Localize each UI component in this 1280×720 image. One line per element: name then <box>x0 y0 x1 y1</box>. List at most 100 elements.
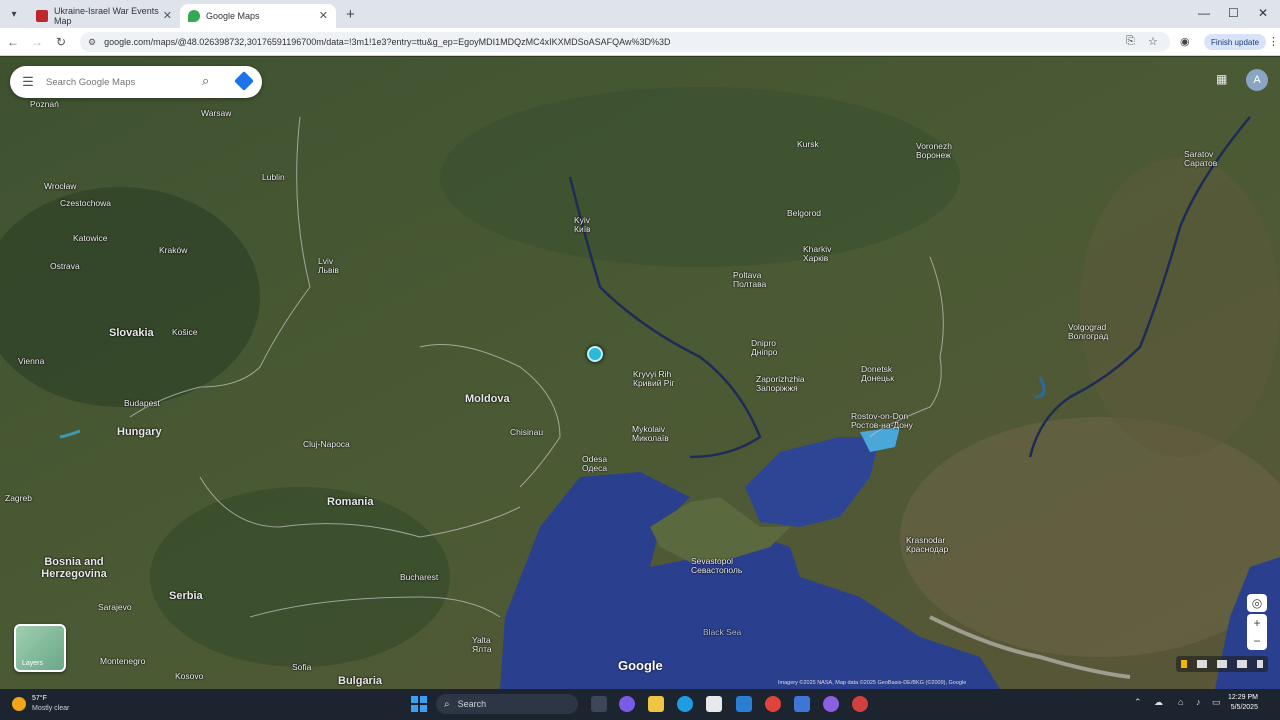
label-krakow: Kraków <box>159 245 188 255</box>
messenger-icon[interactable] <box>823 696 839 712</box>
label-katowice: Katowice <box>73 233 108 243</box>
label-krasnodar: Krasnodar Краснодар <box>906 535 949 554</box>
clock-date: 5/5/2025 <box>1230 704 1258 711</box>
volume-icon[interactable]: ♪ <box>1196 697 1201 707</box>
label-vienna: Vienna <box>18 356 45 366</box>
label-kryvyi-rih: Kryvyi Rih Кривий Ріг <box>633 369 675 388</box>
label-romania: Romania <box>327 496 374 508</box>
windows-taskbar <box>0 689 1280 720</box>
google-apps-icon[interactable]: ▦ <box>1216 72 1227 86</box>
recorder-icon[interactable] <box>852 696 868 712</box>
map-location-marker[interactable] <box>587 346 603 362</box>
tab-google-maps[interactable]: Google Maps ✕ <box>180 4 336 28</box>
satellite-map[interactable]: Slovakia Hungary Moldova Romania Bosnia … <box>0 57 1280 689</box>
label-moldova: Moldova <box>465 393 510 405</box>
zoom-out-button[interactable]: − <box>1247 632 1267 650</box>
taskbar-search-label: Search <box>457 699 487 709</box>
map-thumb-icon[interactable] <box>1197 660 1207 668</box>
label-bosnia: Bosnia and Herzegovina <box>41 556 107 580</box>
close-icon[interactable]: ✕ <box>163 9 172 22</box>
copilot-icon[interactable] <box>619 696 635 712</box>
new-tab-button[interactable]: + <box>346 6 355 23</box>
back-arrow-icon[interactable]: ← <box>2 35 24 49</box>
maps-search-box[interactable]: ☰ ⌕ <box>10 66 262 98</box>
layers-button[interactable]: Layers <box>14 624 66 672</box>
reload-icon[interactable]: ↻ <box>50 35 72 49</box>
edge-icon[interactable] <box>677 696 693 712</box>
label-czestochowa: Czestochowa <box>60 198 112 208</box>
search-icon: ⌕ <box>444 698 450 710</box>
traffic-thumb-icon[interactable] <box>1237 660 1247 668</box>
close-window-button[interactable]: ✕ <box>1258 6 1268 20</box>
label-mykolaiv: Mykolaiv Миколаїв <box>632 424 669 443</box>
label-odesa: Odesa Одеса <box>582 454 608 473</box>
google-logo: Google <box>618 658 663 673</box>
label-kursk: Kursk <box>797 139 819 149</box>
label-cluj-napoca: Cluj-Napoca <box>303 439 350 449</box>
label-bulgaria: Bulgaria <box>338 675 383 687</box>
map-pin-icon <box>188 10 200 22</box>
task-view-icon[interactable] <box>591 696 607 712</box>
label-zagreb: Zagreb <box>5 493 32 503</box>
browser-menu-icon[interactable]: ⋮ <box>1268 35 1279 48</box>
taskbar-clock[interactable]: 12:29 PM 5/5/2025 <box>1228 693 1258 713</box>
chrome-icon[interactable] <box>765 696 781 712</box>
label-budapest: Budapest <box>124 398 160 408</box>
label-lublin: Lublin <box>262 172 285 182</box>
start-button[interactable] <box>411 696 427 712</box>
finish-update-button[interactable]: Finish update <box>1204 34 1266 50</box>
directions-icon[interactable] <box>234 71 254 91</box>
label-volgograd: Volgograd Волгоград <box>1068 322 1109 341</box>
label-warsaw: Warsaw <box>201 108 232 118</box>
bookmark-star-icon[interactable]: ☆ <box>1148 35 1158 48</box>
label-sevastopol: Sevastopol Севастополь <box>691 556 743 575</box>
zoom-in-button[interactable]: + <box>1247 614 1267 632</box>
terrain-thumb-icon[interactable] <box>1217 660 1227 668</box>
label-poltava: Poltava Полтава <box>733 270 767 289</box>
tab-bar: ▾ Ukraine-Israel War Events Map ✕ Google… <box>0 0 1280 28</box>
label-sofia: Sofia <box>292 662 312 672</box>
site-info-icon[interactable]: ⚙ <box>88 37 96 48</box>
label-kyiv: Kyiv Київ <box>574 215 591 234</box>
battery-icon[interactable]: ▭ <box>1212 697 1221 708</box>
label-belgorod: Belgorod <box>787 208 822 218</box>
search-input[interactable] <box>46 76 196 88</box>
weather-temp: 57°F <box>32 695 47 702</box>
label-black-sea: Black Sea <box>703 627 742 637</box>
forward-arrow-icon[interactable]: → <box>26 35 48 49</box>
tab-list-button[interactable]: ▾ <box>0 9 28 20</box>
clock-time: 12:29 PM <box>1228 694 1258 701</box>
maximize-button[interactable]: ☐ <box>1228 6 1239 20</box>
weather-widget[interactable]: 57°F Mostly clear <box>10 693 110 717</box>
label-lviv: Lviv Львів <box>318 256 339 275</box>
label-rostov: Rostov-on-Don Ростов-на-Дону <box>851 411 913 430</box>
profile-icon[interactable]: ◉ <box>1180 35 1190 48</box>
tray-cloud-icon[interactable]: ☁ <box>1154 697 1163 708</box>
hamburger-menu-icon[interactable]: ☰ <box>10 74 46 90</box>
map-toolbar <box>1176 656 1268 672</box>
label-poznan: Poznań <box>30 99 59 109</box>
minimize-button[interactable]: — <box>1198 6 1210 20</box>
install-app-icon[interactable]: ⎘ <box>1126 35 1135 48</box>
url-field[interactable]: ⚙ google.com/maps/@48.026398732,30176591… <box>80 32 1170 52</box>
expand-icon[interactable] <box>1257 660 1263 668</box>
close-icon[interactable]: ✕ <box>319 9 328 22</box>
taskbar-search[interactable]: ⌕ Search <box>436 694 578 714</box>
tray-chevron-icon[interactable]: ⌃ <box>1134 697 1142 708</box>
store-icon[interactable] <box>706 696 722 712</box>
label-kosice: Košice <box>172 327 198 337</box>
url-text: google.com/maps/@48.026398732,3017659119… <box>104 37 671 47</box>
label-kosovo: Kosovo <box>175 671 204 681</box>
file-explorer-icon[interactable] <box>648 696 664 712</box>
label-slovakia: Slovakia <box>109 327 154 339</box>
search-icon[interactable]: ⌕ <box>202 73 209 89</box>
layers-label: Layers <box>22 660 44 667</box>
my-location-icon[interactable]: ◎ <box>1247 594 1267 612</box>
network-icon[interactable]: ⌂ <box>1178 697 1183 707</box>
avatar[interactable]: A <box>1246 69 1268 91</box>
pegman-icon[interactable] <box>1181 660 1187 668</box>
tab-ukraine-events[interactable]: Ukraine-Israel War Events Map ✕ <box>28 4 180 28</box>
label-kharkiv: Kharkiv Харків <box>803 244 832 263</box>
mail-icon[interactable] <box>736 696 752 712</box>
app-icon[interactable] <box>794 696 810 712</box>
